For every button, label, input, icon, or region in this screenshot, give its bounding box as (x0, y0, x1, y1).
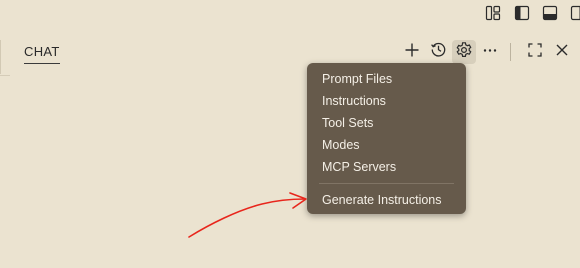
customize-layout-icon (485, 5, 501, 21)
history-button[interactable] (426, 40, 450, 64)
customize-layout-button[interactable] (483, 3, 503, 23)
menu-item-generate-instructions[interactable]: Generate Instructions (307, 189, 466, 211)
primary-sidebar-icon (514, 5, 530, 21)
ellipsis-icon (482, 42, 498, 63)
header-divider (0, 75, 10, 76)
panel-icon (542, 5, 558, 21)
history-icon (430, 41, 447, 63)
new-chat-button[interactable] (400, 40, 424, 64)
gear-icon (455, 41, 473, 64)
toggle-panel-button[interactable] (540, 3, 560, 23)
toggle-secondary-sidebar-button[interactable] (568, 3, 580, 23)
menu-item-instructions[interactable]: Instructions (307, 90, 466, 112)
panel-edge (0, 40, 1, 74)
close-icon (554, 42, 570, 63)
close-button[interactable] (550, 40, 574, 64)
configure-menu: Prompt Files Instructions Tool Sets Mode… (307, 63, 466, 214)
menu-separator (319, 183, 454, 184)
menu-item-modes[interactable]: Modes (307, 134, 466, 156)
toolbar-separator (510, 43, 511, 61)
more-actions-button[interactable] (478, 40, 502, 64)
maximize-button[interactable] (523, 40, 547, 64)
configure-button[interactable] (452, 40, 476, 64)
tab-chat[interactable]: CHAT (24, 44, 60, 64)
maximize-icon (527, 42, 543, 63)
toggle-primary-sidebar-button[interactable] (512, 3, 532, 23)
plus-icon (404, 42, 420, 63)
menu-item-mcp-servers[interactable]: MCP Servers (307, 156, 466, 178)
secondary-sidebar-icon (570, 5, 580, 21)
menu-item-tool-sets[interactable]: Tool Sets (307, 112, 466, 134)
menu-item-prompt-files[interactable]: Prompt Files (307, 68, 466, 90)
